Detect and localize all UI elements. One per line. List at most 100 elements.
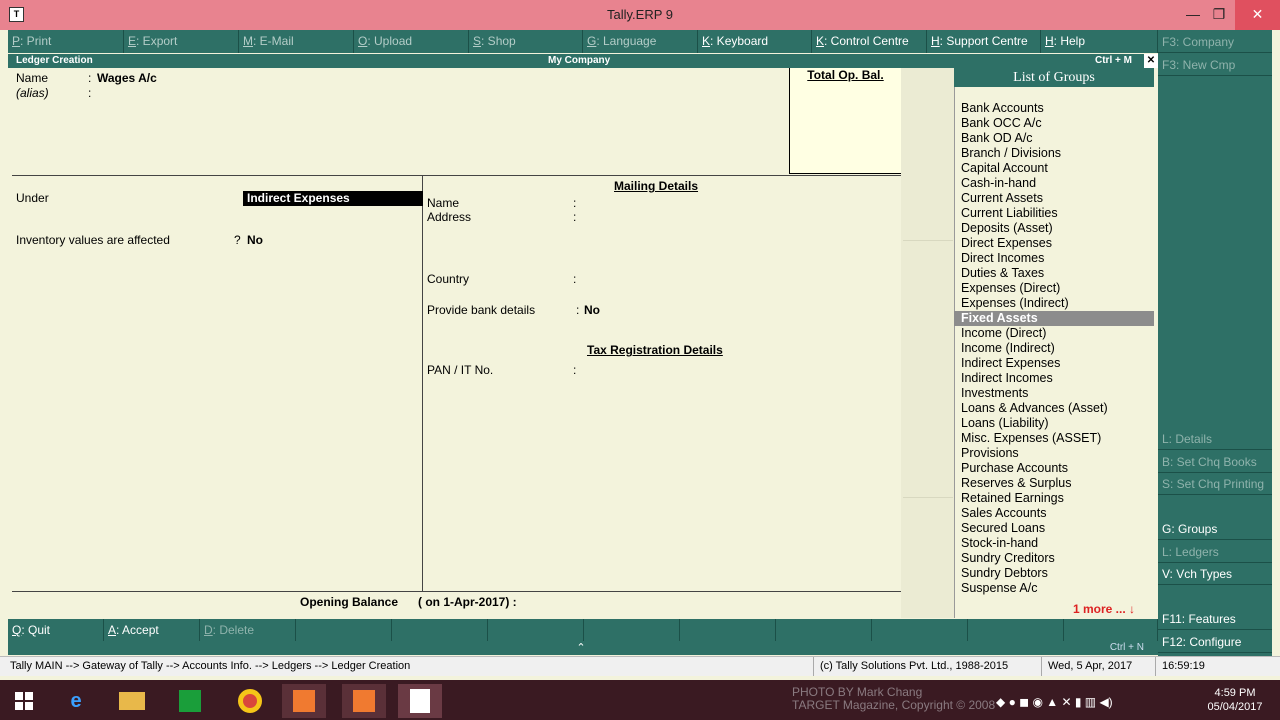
group-item[interactable]: Sales Accounts bbox=[961, 506, 1151, 521]
group-item[interactable]: Deposits (Asset) bbox=[961, 221, 1151, 236]
group-item[interactable]: Loans & Advances (Asset) bbox=[961, 401, 1151, 416]
form-divider-top bbox=[12, 175, 901, 176]
group-item[interactable]: Loans (Liability) bbox=[961, 416, 1151, 431]
tray-icon[interactable]: ◆ ● ◼ ◉ ▲ ✕ ▮ ▥ ◀) bbox=[996, 695, 1113, 709]
button-label: : Print bbox=[20, 34, 52, 48]
top-button-0[interactable]: P: Print bbox=[8, 30, 124, 53]
maximize-button[interactable]: ❐ bbox=[1202, 0, 1236, 30]
under-label: Under bbox=[16, 191, 49, 205]
group-item[interactable]: Branch / Divisions bbox=[961, 146, 1151, 161]
recorder-app-icon[interactable] bbox=[282, 684, 326, 718]
group-item[interactable]: Bank OD A/c bbox=[961, 131, 1151, 146]
expand-chevron-icon[interactable]: ⌃ bbox=[574, 641, 588, 655]
group-item[interactable]: Stock-in-hand bbox=[961, 536, 1151, 551]
group-item[interactable]: Fixed Assets bbox=[954, 311, 1154, 326]
group-item[interactable]: Expenses (Indirect) bbox=[961, 296, 1151, 311]
bottom-button-empty[interactable] bbox=[872, 619, 968, 641]
group-item[interactable]: Income (Indirect) bbox=[961, 341, 1151, 356]
group-item[interactable]: Sundry Creditors bbox=[961, 551, 1151, 566]
camera-app-icon[interactable] bbox=[342, 684, 386, 718]
top-button-4[interactable]: S: Shop bbox=[469, 30, 583, 53]
group-item[interactable]: Capital Account bbox=[961, 161, 1151, 176]
taskbar-clock[interactable]: 4:59 PM 05/04/2017 bbox=[1200, 686, 1270, 714]
alias-colon: : bbox=[88, 86, 92, 100]
screen-close-icon[interactable]: ✕ bbox=[1144, 54, 1158, 68]
bottom-button-empty[interactable] bbox=[776, 619, 872, 641]
bottom-button-2[interactable]: D: Delete bbox=[200, 619, 296, 641]
top-button-5[interactable]: G: Language bbox=[583, 30, 698, 53]
right-button-right_panel_fn-1[interactable]: F12: Configure bbox=[1158, 630, 1272, 653]
group-item[interactable]: Investments bbox=[961, 386, 1151, 401]
group-item[interactable]: Misc. Expenses (ASSET) bbox=[961, 431, 1151, 446]
mail-address-label: Address bbox=[427, 210, 472, 224]
bottom-button-empty[interactable] bbox=[680, 619, 776, 641]
top-button-8[interactable]: H: Support Centre bbox=[927, 30, 1041, 53]
opening-balance-label: Opening Balance bbox=[300, 595, 399, 609]
right-button-right_panel_mid-1[interactable]: B: Set Chq Books bbox=[1158, 450, 1272, 473]
right-button-right_panel_bot-0[interactable]: G: Groups bbox=[1158, 518, 1272, 540]
bottom-button-1[interactable]: A: Accept bbox=[104, 619, 200, 641]
file-explorer-icon[interactable] bbox=[110, 684, 154, 718]
group-item[interactable]: Indirect Incomes bbox=[961, 371, 1151, 386]
internet-explorer-icon[interactable]: e bbox=[54, 684, 98, 718]
more-groups-link[interactable]: 1 more ... ↓ bbox=[1073, 602, 1135, 616]
windows-start-icon[interactable] bbox=[2, 684, 46, 718]
group-item[interactable]: Cash-in-hand bbox=[961, 176, 1151, 191]
bottom-button-empty[interactable] bbox=[968, 619, 1064, 641]
right-button-right_panel_top-0[interactable]: F3: Company bbox=[1158, 31, 1272, 53]
bottom-button-0[interactable]: Q: Quit bbox=[8, 619, 104, 641]
bottom-button-empty[interactable] bbox=[488, 619, 584, 641]
top-button-9[interactable]: H: Help bbox=[1041, 30, 1158, 53]
right-button-right_panel_mid-0[interactable]: L: Details bbox=[1158, 428, 1272, 450]
bottom-button-empty[interactable] bbox=[1064, 619, 1158, 641]
button-label: : E-Mail bbox=[253, 34, 294, 48]
bank-details-input[interactable]: No bbox=[584, 303, 600, 317]
system-tray[interactable]: ◆ ● ◼ ◉ ▲ ✕ ▮ ▥ ◀) bbox=[996, 692, 1196, 712]
bottom-button-empty[interactable] bbox=[584, 619, 680, 641]
group-item[interactable]: Current Assets bbox=[961, 191, 1151, 206]
bottom-button-empty[interactable] bbox=[296, 619, 392, 641]
tally-taskbar-icon[interactable] bbox=[398, 684, 442, 718]
top-button-1[interactable]: E: Export bbox=[124, 30, 239, 53]
group-item[interactable]: Suspense A/c bbox=[961, 581, 1151, 596]
close-button[interactable]: ✕ bbox=[1235, 0, 1280, 30]
button-label: : Delete bbox=[212, 623, 255, 637]
group-item[interactable]: Secured Loans bbox=[961, 521, 1151, 536]
shortcut-key: M bbox=[243, 34, 253, 48]
tax-details-title: Tax Registration Details bbox=[587, 343, 723, 357]
under-input[interactable]: Indirect Expenses bbox=[243, 191, 423, 206]
mailing-details-title: Mailing Details bbox=[614, 179, 699, 193]
group-item[interactable]: Retained Earnings bbox=[961, 491, 1151, 506]
company-name: My Company bbox=[548, 55, 611, 66]
group-item[interactable]: Indirect Expenses bbox=[961, 356, 1151, 371]
right-button-right_panel_bot-2[interactable]: V: Vch Types bbox=[1158, 563, 1272, 585]
store-icon[interactable] bbox=[168, 684, 212, 718]
group-item[interactable]: Provisions bbox=[961, 446, 1151, 461]
right-button-right_panel_fn-0[interactable]: F11: Features bbox=[1158, 608, 1272, 630]
top-button-7[interactable]: K: Control Centre bbox=[812, 30, 927, 53]
group-item[interactable]: Reserves & Surplus bbox=[961, 476, 1151, 491]
group-item[interactable]: Current Liabilities bbox=[961, 206, 1151, 221]
bottom-button-empty[interactable] bbox=[392, 619, 488, 641]
name-input[interactable]: Wages A/c bbox=[97, 71, 157, 85]
chrome-icon[interactable] bbox=[228, 684, 272, 718]
right-button-right_panel_mid-2[interactable]: S: Set Chq Printing bbox=[1158, 473, 1272, 495]
top-button-3[interactable]: O: Upload bbox=[354, 30, 469, 53]
alias-input[interactable] bbox=[97, 86, 397, 101]
group-item[interactable]: Purchase Accounts bbox=[961, 461, 1151, 476]
group-item[interactable]: Bank OCC A/c bbox=[961, 116, 1151, 131]
group-item[interactable]: Direct Expenses bbox=[961, 236, 1151, 251]
inventory-input[interactable]: No bbox=[247, 233, 263, 247]
group-item[interactable]: Expenses (Direct) bbox=[961, 281, 1151, 296]
group-item[interactable]: Sundry Debtors bbox=[961, 566, 1151, 581]
group-item[interactable]: Income (Direct) bbox=[961, 326, 1151, 341]
top-button-2[interactable]: M: E-Mail bbox=[239, 30, 354, 53]
right-button-right_panel_top-1[interactable]: F3: New Cmp bbox=[1158, 53, 1272, 76]
group-item[interactable]: Duties & Taxes bbox=[961, 266, 1151, 281]
top-button-6[interactable]: K: Keyboard bbox=[698, 30, 812, 53]
bank-details-label: Provide bank details bbox=[427, 303, 536, 317]
group-item[interactable]: Bank Accounts bbox=[961, 101, 1151, 116]
status-bar: Tally MAIN --> Gateway of Tally --> Acco… bbox=[0, 656, 1280, 676]
right-button-right_panel_bot-1[interactable]: L: Ledgers bbox=[1158, 540, 1272, 563]
group-item[interactable]: Direct Incomes bbox=[961, 251, 1151, 266]
